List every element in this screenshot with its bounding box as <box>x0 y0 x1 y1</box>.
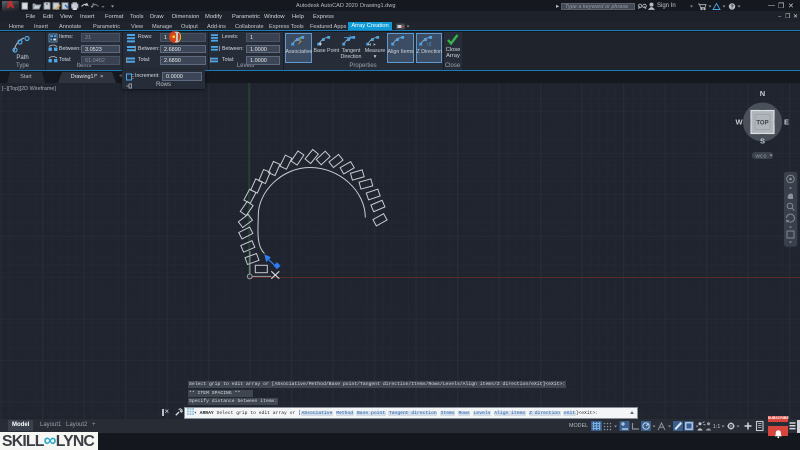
svg-text:↑z: ↑z <box>426 42 432 48</box>
svg-text:E: E <box>784 118 789 127</box>
svg-text:TOP: TOP <box>756 121 768 127</box>
svg-text:WCS: WCS <box>755 153 766 159</box>
svg-text:N: N <box>760 89 765 98</box>
svg-text:1:1: 1:1 <box>713 424 720 430</box>
svg-text:S: S <box>760 137 765 146</box>
svg-text:W: W <box>735 118 743 127</box>
